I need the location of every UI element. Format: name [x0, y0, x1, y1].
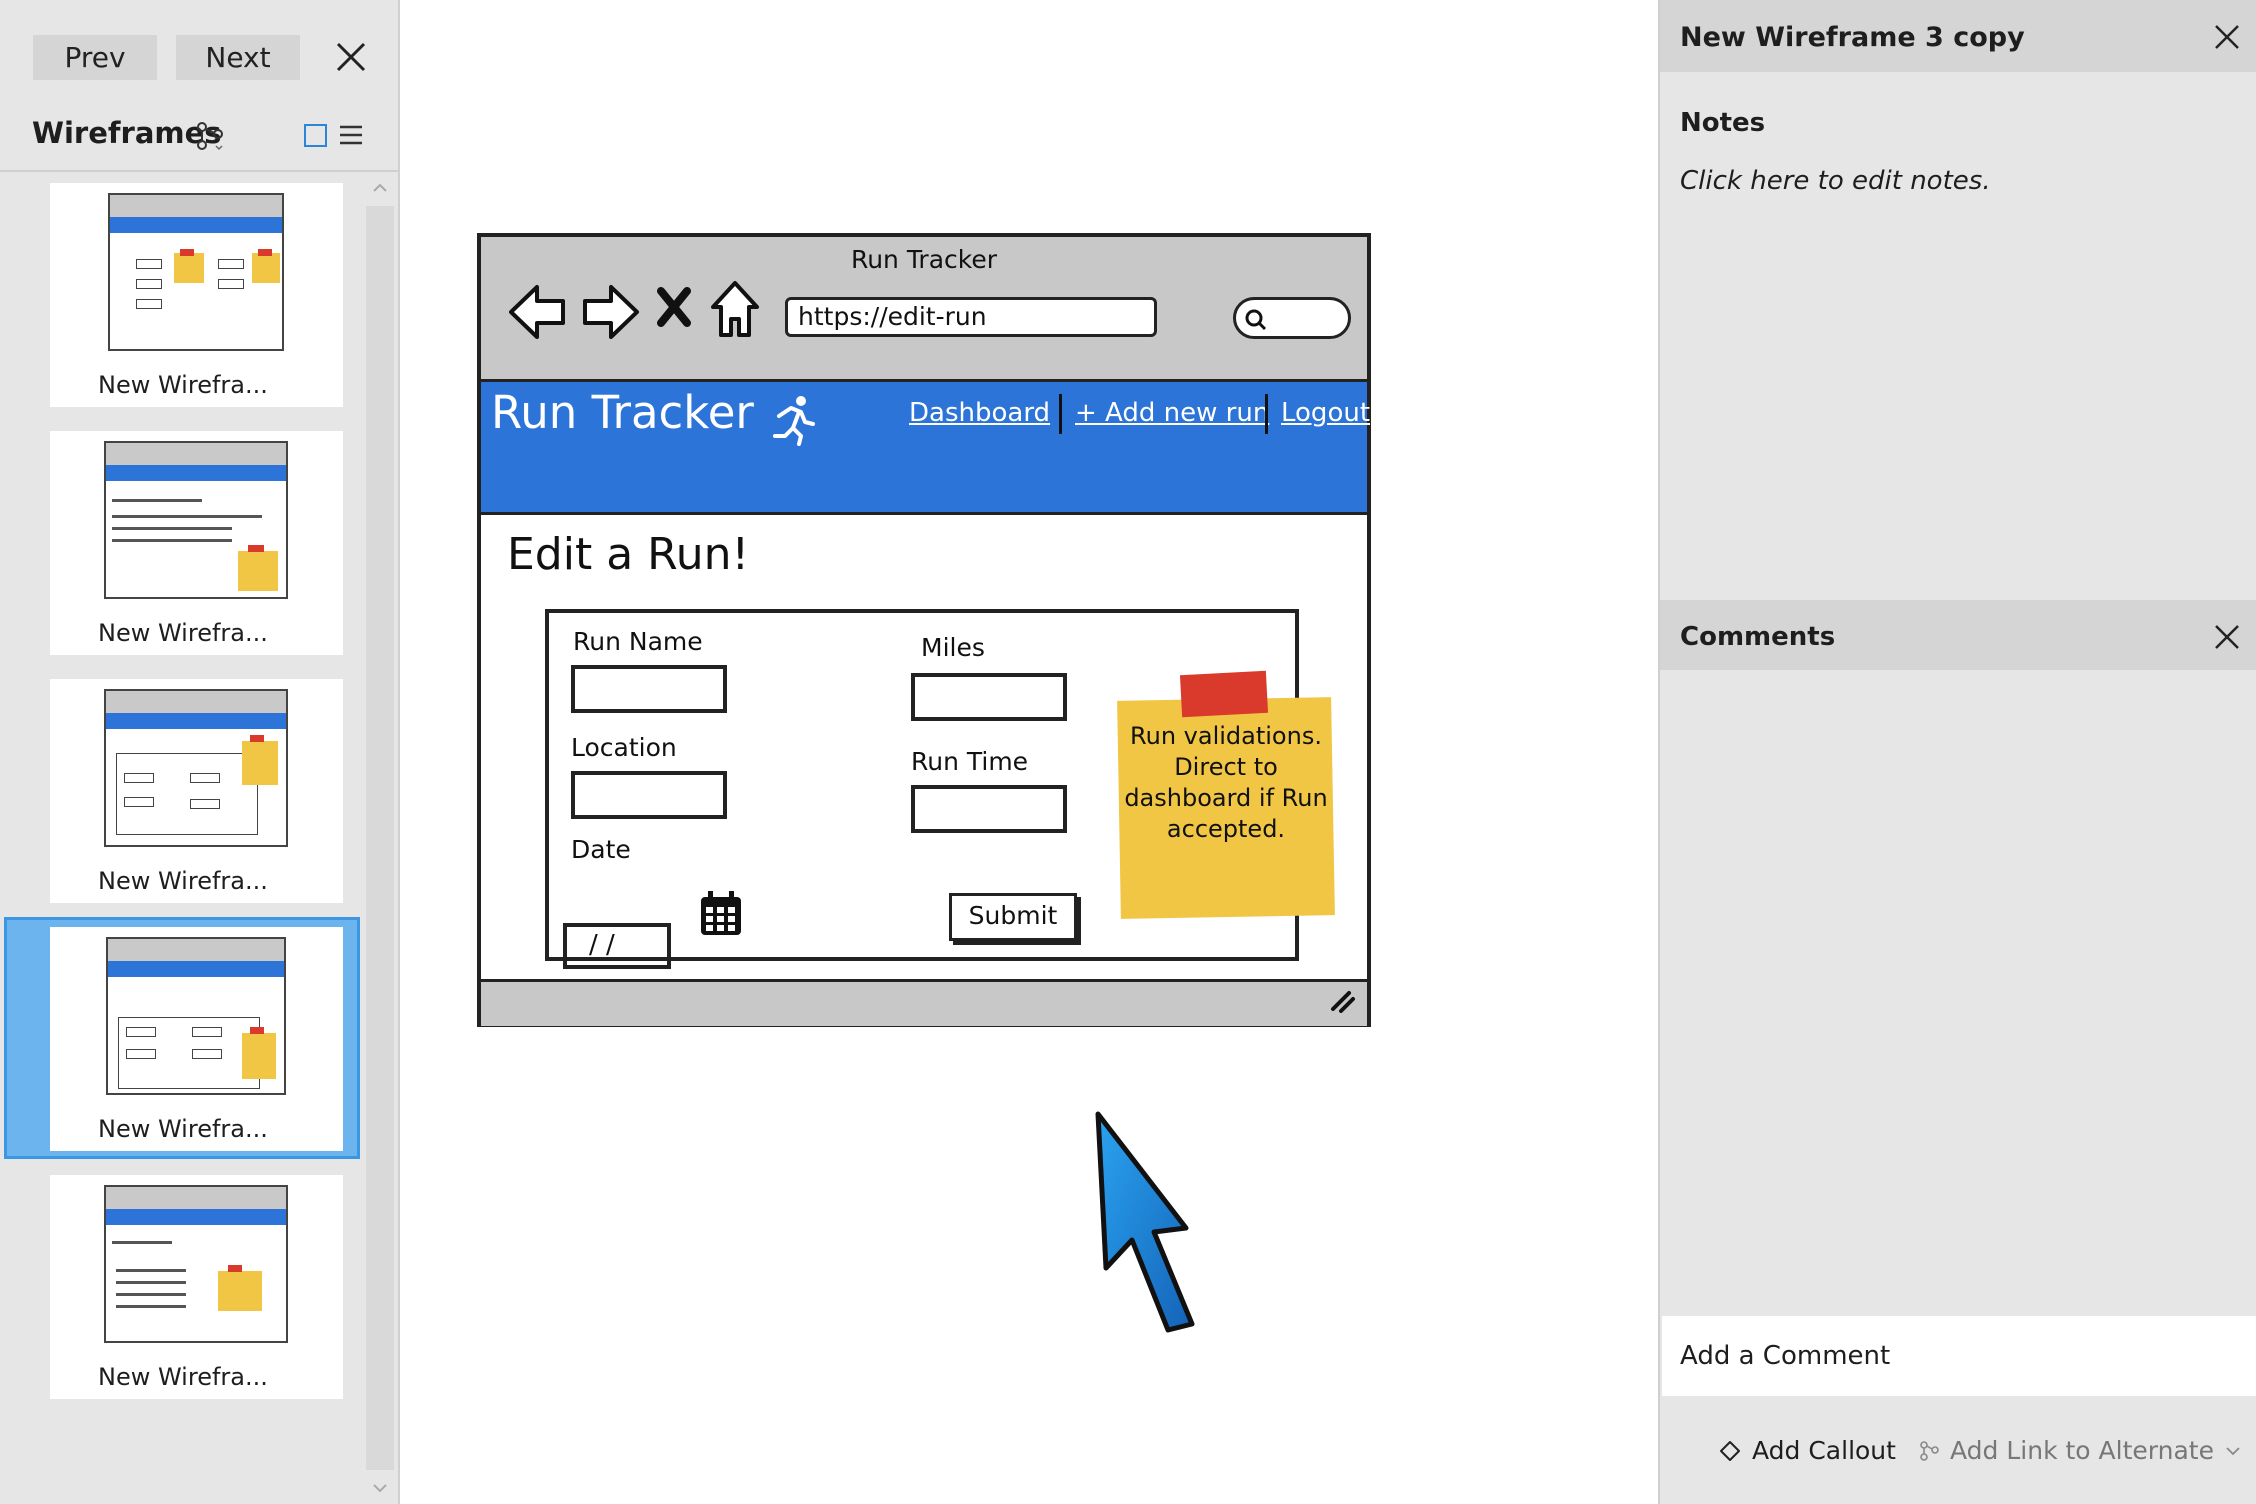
page-heading: Edit a Run! [507, 529, 750, 580]
forward-arrow-icon [583, 285, 639, 339]
add-callout-button[interactable]: Add Callout [1718, 1436, 1896, 1465]
properties-panel: New Wireframe 3 copy Notes Click here to… [1658, 0, 2256, 1504]
sticky-tape [1179, 670, 1269, 718]
nav-separator [1265, 394, 1268, 434]
nav-link-dashboard[interactable]: Dashboard [909, 398, 1050, 428]
close-icon[interactable] [2210, 20, 2244, 54]
wireframes-panel: Prev Next Wireframes New Wirefra... New … [0, 0, 400, 1504]
grid-view-icon[interactable] [304, 124, 327, 147]
thumbnail-label: New Wirefra... [98, 619, 268, 647]
chevron-up-icon[interactable] [370, 178, 390, 198]
miles-label: Miles [921, 633, 985, 662]
browser-mockup[interactable]: Run Tracker https://edit-run Run Tracker [477, 233, 1371, 1027]
date-label: Date [571, 835, 631, 864]
callout-icon [1720, 1440, 1740, 1461]
location-label: Location [571, 733, 677, 762]
add-link-button[interactable]: Add Link to Alternate [1918, 1436, 2242, 1465]
thumbnail-image [106, 937, 286, 1095]
thumbnail-label: New Wirefra... [98, 371, 268, 399]
window-title: Run Tracker [850, 245, 998, 274]
calendar-icon[interactable] [699, 889, 743, 937]
add-callout-label: Add Callout [1752, 1436, 1896, 1465]
scrollbar[interactable] [366, 206, 394, 1470]
run-time-label: Run Time [911, 747, 1029, 776]
submit-button[interactable]: Submit [949, 893, 1077, 941]
thumbnail-image [104, 441, 288, 599]
resize-grip-icon[interactable] [1329, 987, 1357, 1015]
comments-heading: Comments [1680, 622, 1836, 652]
location-input[interactable] [571, 771, 727, 819]
browser-footer [481, 979, 1367, 1026]
branch-icon[interactable] [194, 120, 226, 152]
date-input[interactable]: / / [563, 923, 671, 969]
miles-input[interactable] [911, 673, 1067, 721]
notes-field[interactable]: Click here to edit notes. [1680, 166, 1991, 196]
nav-link-add-run[interactable]: + Add new run [1075, 398, 1269, 428]
stop-icon [657, 287, 691, 327]
prev-button[interactable]: Prev [33, 35, 157, 80]
add-comment-input[interactable]: Add a Comment [1662, 1316, 2256, 1396]
wireframe-thumbnail[interactable]: New Wirefra... [50, 431, 343, 655]
search-icon [1245, 309, 1267, 331]
cursor-arrow-icon [1095, 1111, 1195, 1333]
thumbnail-image [104, 1185, 288, 1343]
notes-heading: Notes [1680, 108, 1766, 138]
back-arrow-icon [509, 285, 565, 339]
brand-title: Run Tracker [491, 386, 754, 439]
sticky-note-text: Run validations. Direct to dashboard if … [1124, 722, 1328, 843]
nav-separator [1059, 394, 1062, 434]
wireframe-thumbnail[interactable]: New Wirefra... [50, 183, 343, 407]
close-icon[interactable] [2210, 620, 2244, 654]
thumbnail-image [108, 193, 284, 351]
link-icon [1920, 1440, 1939, 1461]
wireframe-thumbnail[interactable]: New Wirefra... [50, 1175, 343, 1399]
close-icon[interactable] [330, 36, 372, 78]
url-field[interactable]: https://edit-run [785, 297, 1157, 337]
run-name-label: Run Name [573, 627, 703, 656]
nav-link-logout[interactable]: Logout [1281, 398, 1370, 428]
thumbnail-label: New Wirefra... [98, 1363, 268, 1391]
run-name-input[interactable] [571, 665, 727, 713]
search-field[interactable] [1233, 297, 1351, 339]
list-view-icon[interactable] [338, 122, 364, 148]
wireframe-thumbnail-selected[interactable]: New Wirefra... [50, 927, 343, 1151]
chevron-down-icon[interactable] [370, 1478, 390, 1498]
wireframe-title: New Wireframe 3 copy [1680, 22, 2025, 53]
run-time-input[interactable] [911, 785, 1067, 833]
browser-chrome: Run Tracker https://edit-run [481, 237, 1367, 382]
home-icon [711, 281, 759, 337]
add-link-label: Add Link to Alternate [1950, 1436, 2214, 1465]
chevron-down-icon [2226, 1446, 2240, 1455]
app-navbar: Run Tracker Dashboard + Add new run Logo… [481, 382, 1370, 515]
thumbnail-image [104, 689, 288, 847]
thumbnail-label: New Wirefra... [98, 1115, 268, 1143]
thumbnail-label: New Wirefra... [98, 867, 268, 895]
runner-icon [773, 396, 815, 446]
wireframe-thumbnail[interactable]: New Wirefra... [50, 679, 343, 903]
divider [0, 170, 398, 172]
next-button[interactable]: Next [176, 35, 300, 80]
